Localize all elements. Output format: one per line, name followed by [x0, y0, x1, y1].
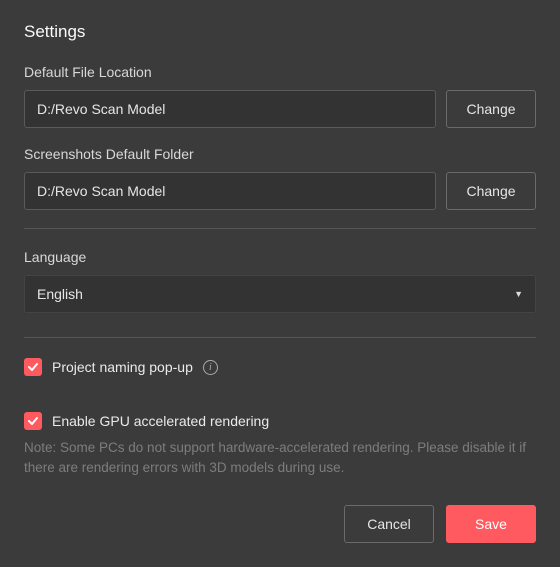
cancel-button[interactable]: Cancel: [344, 505, 434, 543]
screenshots-folder-label: Screenshots Default Folder: [24, 146, 536, 162]
project-naming-checkbox[interactable]: [24, 358, 42, 376]
default-file-location-input[interactable]: [24, 90, 436, 128]
settings-panel: Settings Default File Location Change Sc…: [0, 0, 560, 567]
change-screenshots-folder-button[interactable]: Change: [446, 172, 536, 210]
chevron-down-icon: ▼: [514, 289, 523, 299]
language-label: Language: [24, 249, 536, 265]
info-icon[interactable]: i: [203, 360, 218, 375]
default-file-location-label: Default File Location: [24, 64, 536, 80]
save-button[interactable]: Save: [446, 505, 536, 543]
check-icon: [27, 415, 39, 427]
gpu-checkbox[interactable]: [24, 412, 42, 430]
change-file-location-button[interactable]: Change: [446, 90, 536, 128]
screenshots-folder-input[interactable]: [24, 172, 436, 210]
divider: [24, 228, 536, 229]
page-title: Settings: [24, 22, 536, 42]
project-naming-label: Project naming pop-up: [52, 359, 193, 375]
gpu-label: Enable GPU accelerated rendering: [52, 413, 269, 429]
language-value: English: [37, 286, 83, 302]
divider: [24, 337, 536, 338]
dialog-footer: Cancel Save: [24, 505, 536, 543]
check-icon: [27, 361, 39, 373]
language-select[interactable]: English ▼: [24, 275, 536, 313]
gpu-note: Note: Some PCs do not support hardware-a…: [24, 438, 536, 479]
